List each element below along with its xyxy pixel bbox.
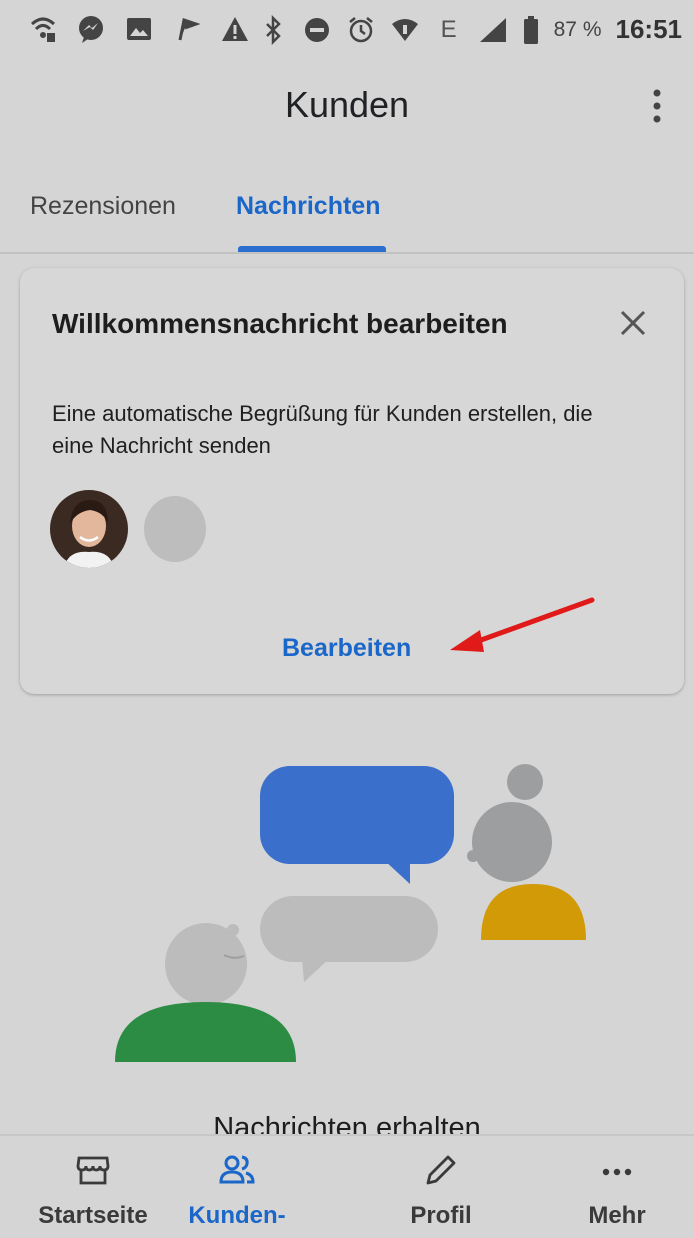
flag-icon	[172, 14, 202, 44]
bottom-navigation: Startseite Kunden- Profil Mehr	[0, 1134, 694, 1238]
image-icon	[124, 14, 154, 44]
network-e-icon: E	[434, 15, 464, 45]
status-icons-left	[28, 14, 250, 44]
person-right-body	[481, 884, 586, 940]
more-vert-icon[interactable]	[642, 86, 672, 126]
cell-signal-icon	[478, 15, 508, 45]
do-not-disturb-icon	[302, 15, 332, 45]
tab-bar: Rezensionen Nachrichten	[0, 162, 694, 254]
alarm-icon	[346, 15, 376, 45]
blue-bubble-tail	[384, 860, 410, 884]
tab-rezensionen[interactable]: Rezensionen	[30, 192, 176, 221]
person-right-head	[472, 802, 552, 882]
battery-icon	[522, 15, 540, 45]
person-right-ear	[467, 850, 479, 862]
close-icon[interactable]	[618, 308, 648, 338]
messenger-icon	[76, 14, 106, 44]
messaging-illustration	[115, 764, 586, 1062]
edit-button[interactable]: Bearbeiten	[282, 634, 411, 663]
grey-speech-bubble	[260, 896, 438, 962]
more-horiz-icon	[599, 1152, 635, 1188]
bluetooth-icon	[258, 14, 288, 45]
status-icons-right: E 87 % 16:51	[258, 14, 682, 45]
grey-bubble-tail	[302, 958, 330, 982]
nav-label-mehr: Mehr	[588, 1202, 646, 1229]
active-tab-indicator	[238, 246, 386, 252]
avatar	[50, 490, 128, 568]
storefront-icon	[75, 1152, 111, 1188]
nav-item-mehr[interactable]: Mehr	[530, 1136, 694, 1238]
card-title: Willkommensnachricht bearbeiten	[52, 308, 508, 339]
nav-item-profil[interactable]: Profil	[354, 1136, 528, 1238]
wifi-signal-icon	[390, 15, 420, 45]
app-bar: Kunden	[0, 62, 694, 152]
nav-item-kunden[interactable]: Kunden-	[150, 1136, 324, 1238]
wifi-icon	[28, 14, 58, 44]
clock-time: 16:51	[615, 14, 683, 44]
avatar-placeholder	[144, 496, 206, 562]
warning-icon	[220, 14, 250, 44]
battery-percent: 87 %	[553, 17, 602, 41]
red-arrow-annotation	[450, 597, 595, 652]
person-left-ear	[227, 924, 239, 936]
page-title: Kunden	[284, 84, 410, 125]
status-bar: E 87 % 16:51	[0, 0, 694, 62]
person-left-body	[115, 1002, 296, 1062]
nav-label-kunden: Kunden-	[188, 1202, 286, 1229]
pencil-icon	[423, 1152, 459, 1188]
card-description: Eine automatische Begrüßung für Kunden e…	[52, 401, 593, 458]
tab-nachrichten[interactable]: Nachrichten	[236, 192, 380, 221]
person-right-bun	[507, 764, 543, 800]
nav-label-profil: Profil	[410, 1202, 472, 1229]
blue-speech-bubble	[260, 766, 454, 864]
welcome-message-card: Willkommensnachricht bearbeiten Eine aut…	[20, 268, 684, 694]
customers-icon	[219, 1152, 255, 1188]
network-type-text: E	[440, 15, 457, 43]
